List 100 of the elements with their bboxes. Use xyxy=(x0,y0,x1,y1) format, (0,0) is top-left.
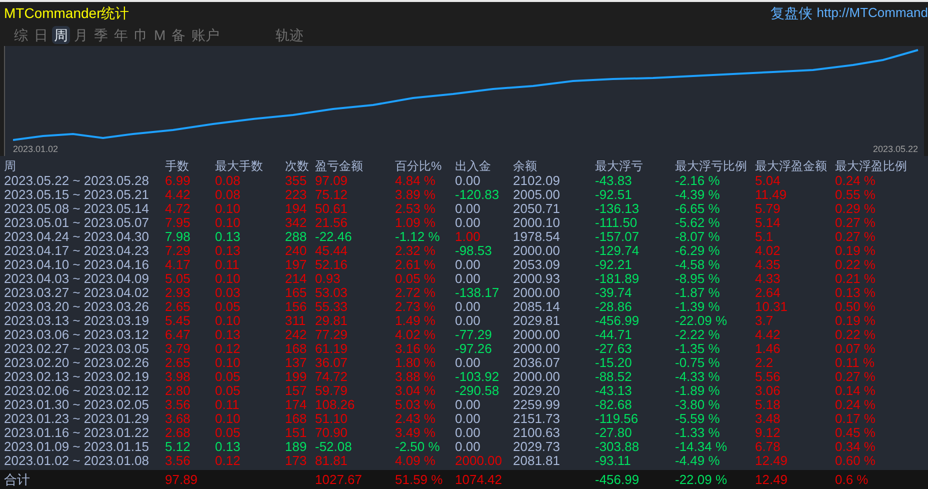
table-cell-text: 61.19 xyxy=(315,342,349,356)
table-cell-text: 0.00 xyxy=(455,398,482,412)
table-cell-text: 173 xyxy=(285,454,308,468)
table-cell-text: 1978.54 xyxy=(513,230,561,244)
table-cell-text: 2.73 % xyxy=(395,300,436,314)
period-tab[interactable]: 日 xyxy=(32,26,50,44)
table-cell-text: 5.45 xyxy=(165,314,192,328)
week-cell-text: 2023.01.02 ~ 2023.01.08 xyxy=(4,454,150,468)
period-tab[interactable]: 账户 xyxy=(190,26,222,44)
table-cell-text: -4.39 % xyxy=(675,188,721,202)
table-cell-text: 2.93 xyxy=(165,286,192,300)
window-title: MTCommander统计 xyxy=(4,4,130,22)
table-cell-text: 3.98 xyxy=(165,370,192,384)
table-cell-text: 2029.20 xyxy=(513,384,561,398)
table-cell-text: 2259.99 xyxy=(513,398,561,412)
table-cell-text: 3.88 % xyxy=(395,370,436,384)
axis-label: 2023.01.02 xyxy=(13,142,58,156)
table-cell-text: -6.65 % xyxy=(675,202,721,216)
table-cell-text: 5.56 xyxy=(755,370,782,384)
table-cell-text: 97.09 xyxy=(315,174,349,188)
week-cell-text: 2023.04.24 ~ 2023.04.30 xyxy=(4,230,150,244)
table-cell-text: 199 xyxy=(285,370,308,384)
table-cell-text: 0.19 % xyxy=(835,314,876,328)
column-header: 余额 xyxy=(513,158,538,174)
table-cell-text: -22.09 % xyxy=(675,314,728,328)
table-cell-text: 0.10 xyxy=(215,216,242,230)
table-cell-text: 2100.63 xyxy=(513,426,561,440)
table-cell-text: 2.68 xyxy=(165,426,192,440)
table-cell-text: 7.95 xyxy=(165,216,192,230)
url-link[interactable]: http://MTCommand xyxy=(816,3,928,23)
column-header: 周 xyxy=(4,158,17,174)
table-cell-text: 0.34 % xyxy=(835,440,876,454)
table-cell-text: -120.83 xyxy=(455,188,500,202)
total-cell-text: 51.59 % xyxy=(395,471,444,489)
table-cell-text: 0.00 xyxy=(455,258,482,272)
table-cell-text: 4.17 xyxy=(165,258,192,272)
table-cell-text: -3.80 % xyxy=(675,398,721,412)
table-cell-text: 3.49 % xyxy=(395,426,436,440)
table-cell-text: -290.58 xyxy=(455,384,500,398)
period-tab[interactable]: 备 xyxy=(170,26,188,44)
table-cell-text: 0.00 xyxy=(455,314,482,328)
table-cell-text: 2000.00 xyxy=(513,342,561,356)
table-cell-text: 4.33 xyxy=(755,272,782,286)
table-cell-text: 12.49 xyxy=(755,454,789,468)
week-cell-text: 2023.04.17 ~ 2023.04.23 xyxy=(4,244,150,258)
table-cell-text: 0.12 xyxy=(215,342,242,356)
table-cell-text: -5.59 % xyxy=(675,412,721,426)
table-cell-text: 0.10 xyxy=(215,412,242,426)
period-tab[interactable]: 月 xyxy=(72,26,90,44)
table-cell-text: 0.11 xyxy=(215,258,240,272)
table-cell-text: -22.46 xyxy=(315,230,353,244)
column-header: 最大浮亏 xyxy=(595,158,644,174)
table-cell-text: 3.04 % xyxy=(395,384,436,398)
table-cell-text: 0.45 % xyxy=(835,426,876,440)
table-cell-text: -1.87 % xyxy=(675,286,721,300)
table-cell-text: 4.42 xyxy=(165,188,192,202)
table-cell-text: -14.34 % xyxy=(675,440,728,454)
table-cell-text: 165 xyxy=(285,286,308,300)
table-cell-text: -52.08 xyxy=(315,440,353,454)
table-cell-text: 355 xyxy=(285,174,308,188)
table-cell-text: 74.72 xyxy=(315,370,349,384)
table-cell-text: 0.00 xyxy=(455,300,482,314)
table-cell-text: 2.43 % xyxy=(395,412,436,426)
table-cell-text: 288 xyxy=(285,230,308,244)
period-tab[interactable]: M xyxy=(152,26,168,44)
table-cell-text: 2000.10 xyxy=(513,216,561,230)
week-cell-text: 2023.01.30 ~ 2023.02.05 xyxy=(4,398,150,412)
table-cell-text: 0.10 xyxy=(215,202,242,216)
period-tab[interactable]: 综 xyxy=(12,26,30,44)
table-cell-text: -2.50 % xyxy=(395,440,441,454)
table-cell-text: 5.1 xyxy=(755,230,774,244)
period-tab[interactable]: 季 xyxy=(92,26,110,44)
table-cell-text: -92.51 xyxy=(595,188,633,202)
table-cell-text: 2000.00 xyxy=(455,454,503,468)
table-cell-text: -1.12 % xyxy=(395,230,441,244)
table-cell-text: -1.33 % xyxy=(675,426,721,440)
table-cell-text: 2.61 % xyxy=(395,258,436,272)
table-cell-text: 0.00 xyxy=(455,202,482,216)
table-cell-text: 223 xyxy=(285,188,308,202)
table-cell-text: 5.18 xyxy=(755,398,782,412)
table-cell-text: 0.00 xyxy=(455,426,482,440)
table-cell-text: -303.88 xyxy=(595,440,640,454)
period-tab[interactable]: 巾 xyxy=(132,26,150,44)
table-cell-text: 197 xyxy=(285,258,308,272)
table-cell-text: -92.21 xyxy=(595,258,633,272)
table-cell-text: 168 xyxy=(285,342,308,356)
table-cell-text: 2000.93 xyxy=(513,272,561,286)
table-cell-text: 0.05 xyxy=(215,300,242,314)
table-cell-text: 2.53 % xyxy=(395,202,436,216)
table-cell-text: -181.89 xyxy=(595,272,640,286)
table-cell-text: 0.93 xyxy=(315,272,342,286)
table-cell-text: -2.22 % xyxy=(675,328,721,342)
period-tab[interactable]: 年 xyxy=(112,26,130,44)
table-cell-text: 0.50 % xyxy=(835,300,876,314)
table-cell-text: 0.13 xyxy=(215,230,242,244)
table-cell-text: 0.00 xyxy=(455,272,482,286)
table-cell-text: 0.11 xyxy=(215,398,240,412)
table-cell-text: 7.29 xyxy=(165,244,192,258)
period-tab[interactable]: 轨迹 xyxy=(274,26,306,44)
period-tab[interactable]: 周 xyxy=(52,26,70,44)
